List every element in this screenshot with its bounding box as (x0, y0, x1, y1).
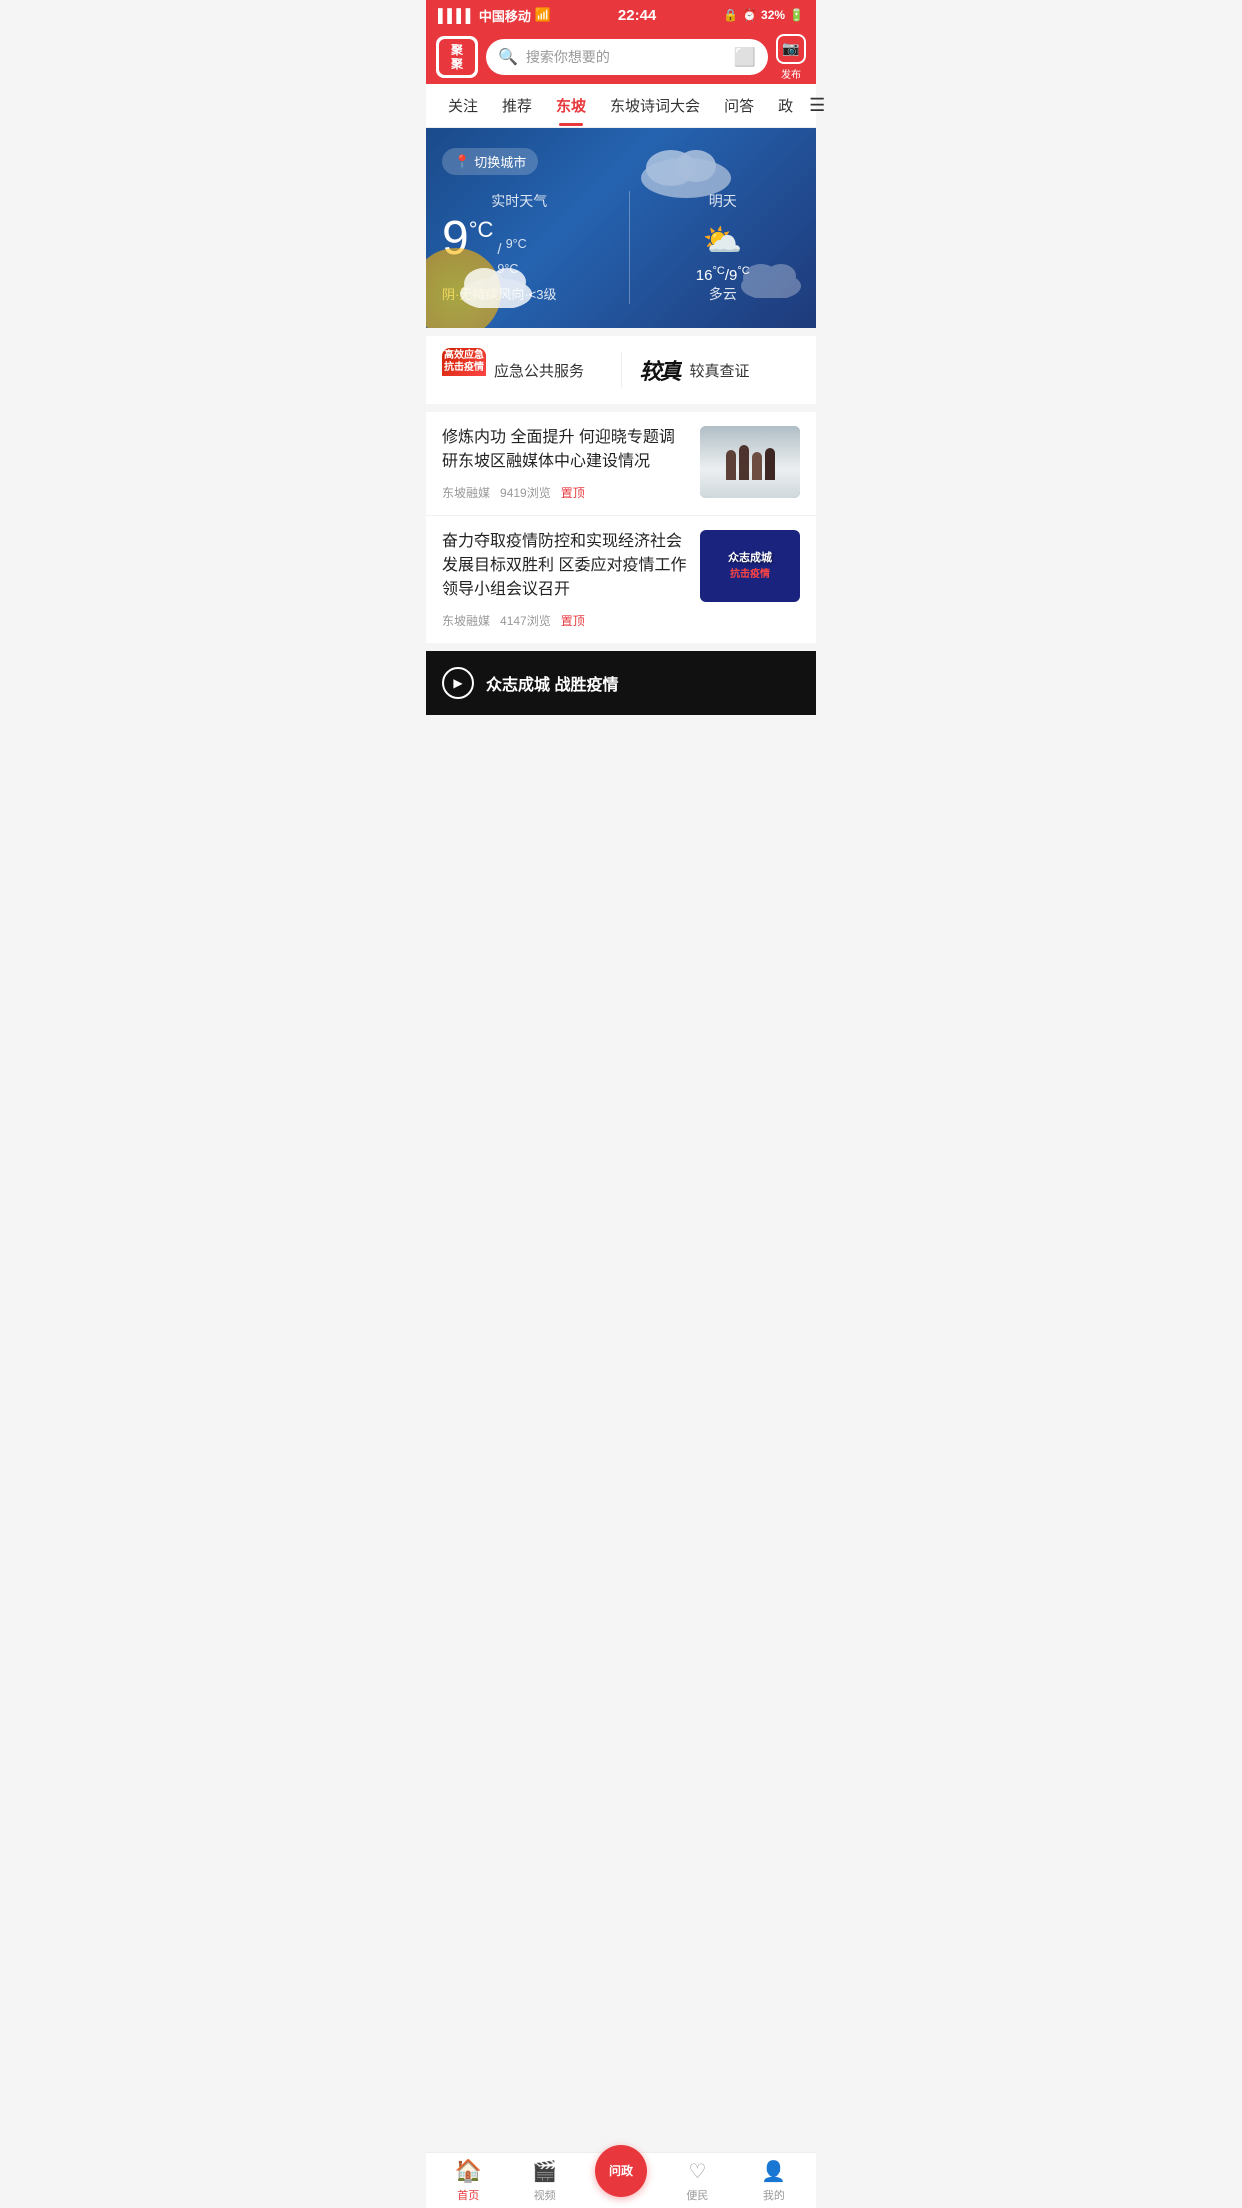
news-item-1[interactable]: 修炼内功 全面提升 何迎晓专题调研东坡区融媒体中心建设情况 东坡融媒 9419浏… (426, 412, 816, 516)
bianmin-icon: ♡ (688, 2159, 706, 2184)
news-pinned-1[interactable]: 置顶 (561, 484, 585, 501)
tab-dongpo[interactable]: 东坡 (544, 85, 598, 126)
publish-label: 发布 (781, 66, 801, 81)
emergency-icon-inner: 高效应急抗击疫情 (442, 348, 486, 376)
mine-icon: 👤 (761, 2159, 786, 2184)
news-pinned-2[interactable]: 置顶 (561, 612, 585, 629)
publish-button[interactable]: 📷 发布 (776, 34, 806, 81)
news-thumb-1 (700, 426, 800, 498)
nav-mine-label: 我的 (763, 2187, 785, 2203)
nav-bianmin[interactable]: ♡ 便民 (659, 2159, 735, 2203)
news-title-2: 奋力夺取疫情防控和实现经济社会发展目标双胜利 区委应对疫情工作领导小组会议召开 (442, 530, 688, 602)
scan-icon[interactable]: ⬜ (734, 47, 756, 68)
nav-video-label: 视频 (534, 2187, 556, 2203)
news-source-2: 东坡融媒 (442, 612, 490, 629)
nav-mine[interactable]: 👤 我的 (736, 2159, 812, 2203)
news-views-2: 4147浏览 (500, 612, 551, 629)
city-switch-label: 切换城市 (474, 152, 526, 171)
cloud-decoration-1 (636, 138, 736, 198)
service-divider (621, 352, 622, 388)
tab-shici[interactable]: 东坡诗词大会 (598, 85, 712, 126)
nav-tabs: 关注 推荐 东坡 东坡诗词大会 问答 政 ☰ (426, 84, 816, 128)
zhenzhen-text: 较真 (639, 354, 679, 386)
video-icon: 🎬 (532, 2159, 557, 2184)
news-item-2[interactable]: 奋力夺取疫情防控和实现经济社会发展目标双胜利 区委应对疫情工作领导小组会议召开 … (426, 516, 816, 643)
zhenzhen-icon-inner: 较真 (638, 348, 682, 392)
news-content-2: 奋力夺取疫情防控和实现经济社会发展目标双胜利 区委应对疫情工作领导小组会议召开 … (442, 530, 688, 629)
tab-wenda[interactable]: 问答 (712, 85, 766, 126)
lock-icon: 🔒 (723, 8, 738, 22)
service-emergency[interactable]: 高效应急抗击疫情 应急公共服务 (442, 348, 605, 392)
news-meta-2: 东坡融媒 4147浏览 置顶 (442, 612, 688, 629)
bottom-nav: 🏠 首页 🎬 视频 问政 ♡ 便民 👤 我的 (426, 2152, 816, 2208)
emergency-icon: 高效应急抗击疫情 (442, 348, 486, 392)
weather-divider (629, 191, 630, 304)
search-placeholder: 搜索你想要的 (526, 47, 726, 67)
weather-card[interactable]: 📍 切换城市 实时天气 9°C / 9°C9°C 阴·无持续风向·<3级 明天 … (426, 128, 816, 328)
app-logo[interactable]: 聚聚 (436, 36, 478, 78)
news-title-1: 修炼内功 全面提升 何迎晓专题调研东坡区融媒体中心建设情况 (442, 426, 688, 474)
nav-wenzheng[interactable]: 问政 (595, 2145, 647, 2197)
status-right: 🔒 ⏰ 32% 🔋 (723, 8, 804, 22)
tomorrow-desc: 多云 (709, 284, 737, 304)
main-content: 📍 切换城市 实时天气 9°C / 9°C9°C 阴·无持续风向·<3级 明天 … (426, 128, 816, 775)
emergency-label: 应急公共服务 (494, 360, 584, 381)
news-views-1: 9419浏览 (500, 484, 551, 501)
tab-guanzhu[interactable]: 关注 (436, 85, 490, 126)
service-zhenzhen[interactable]: 较真 较真查证 (638, 348, 801, 392)
cloud-decoration-3 (456, 260, 536, 308)
wifi-icon: 📶 (535, 7, 551, 23)
tab-zheng[interactable]: 政 (766, 85, 805, 126)
video-play-icon: ▶ (442, 667, 474, 699)
app-header: 聚聚 🔍 搜索你想要的 ⬜ 📷 发布 (426, 30, 816, 84)
status-bar: ▌▌▌▌ 中国移动 📶 22:44 🔒 ⏰ 32% 🔋 (426, 0, 816, 30)
news-content-1: 修炼内功 全面提升 何迎晓专题调研东坡区融媒体中心建设情况 东坡融媒 9419浏… (442, 426, 688, 501)
thumb-image-1 (700, 426, 800, 498)
battery-icon: 🔋 (789, 8, 804, 22)
service-row: 高效应急抗击疫情 应急公共服务 较真 较真查证 (426, 336, 816, 404)
signal-icon: ▌▌▌▌ (438, 8, 475, 23)
weather-tomorrow-icon: ⛅ (703, 221, 743, 259)
news-thumb-2: 众志成城 抗击疫情 (700, 530, 800, 602)
carrier-name: 中国移动 (479, 6, 531, 25)
logo-inner: 聚聚 (439, 39, 475, 75)
video-title: 众志成城 战胜疫情 (486, 671, 618, 695)
nav-home-label: 首页 (457, 2187, 479, 2203)
news-source-1: 东坡融媒 (442, 484, 490, 501)
nav-video[interactable]: 🎬 视频 (506, 2159, 582, 2203)
alarm-icon: ⏰ (742, 8, 757, 22)
tab-tuijian[interactable]: 推荐 (490, 85, 544, 126)
nav-center: 问政 (583, 2165, 659, 2197)
status-carrier: ▌▌▌▌ 中国移动 📶 (438, 6, 551, 25)
cloud-decoration-2 (736, 258, 806, 298)
publish-icon: 📷 (776, 34, 806, 64)
battery-level: 32% (761, 8, 785, 22)
logo-text: 聚聚 (451, 43, 463, 72)
location-icon: 📍 (454, 154, 470, 170)
search-icon: 🔍 (498, 47, 518, 67)
nav-home[interactable]: 🏠 首页 (430, 2158, 506, 2203)
wenzheng-label: 问政 (609, 2165, 633, 2177)
camera-icon: 📷 (782, 40, 799, 57)
video-banner[interactable]: ▶ 众志成城 战胜疫情 (426, 651, 816, 715)
thumb-image-2: 众志成城 抗击疫情 (700, 530, 800, 602)
city-switch-button[interactable]: 📍 切换城市 (442, 148, 538, 175)
news-meta-1: 东坡融媒 9419浏览 置顶 (442, 484, 688, 501)
search-bar[interactable]: 🔍 搜索你想要的 ⬜ (486, 39, 768, 75)
zhenzhen-label: 较真查证 (690, 360, 750, 381)
today-label: 实时天气 (442, 191, 597, 211)
home-icon: 🏠 (455, 2158, 482, 2184)
nav-more-icon[interactable]: ☰ (805, 91, 829, 120)
nav-bianmin-label: 便民 (686, 2187, 708, 2203)
zhenzhen-icon: 较真 (638, 348, 682, 392)
status-time: 22:44 (618, 7, 656, 24)
news-section: 修炼内功 全面提升 何迎晓专题调研东坡区融媒体中心建设情况 东坡融媒 9419浏… (426, 412, 816, 643)
